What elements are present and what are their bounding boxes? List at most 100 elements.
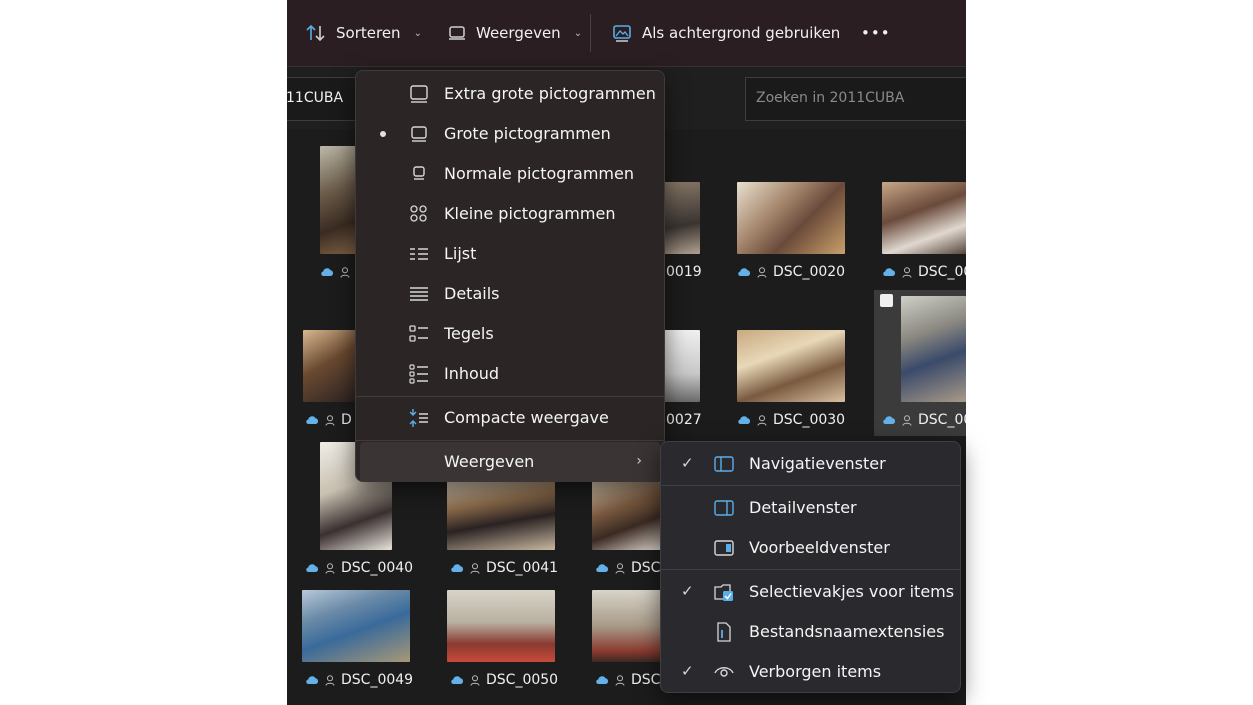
address-path: 11CUBA bbox=[287, 90, 344, 106]
file-label: 0027 bbox=[666, 412, 702, 428]
list-icon bbox=[410, 248, 428, 260]
view-menu: Extra grote pictogrammen Grote pictogram… bbox=[355, 70, 665, 482]
cloud-icon bbox=[451, 676, 464, 684]
cloud-icon bbox=[321, 268, 334, 276]
check-icon: ✓ bbox=[681, 454, 694, 472]
view-button[interactable]: Weergeven ⌄ bbox=[447, 18, 582, 48]
menu-item-label: Navigatievenster bbox=[749, 454, 886, 473]
person-icon bbox=[325, 674, 335, 686]
menu-item-item-checkboxes[interactable]: ✓ Selectievakjes voor items bbox=[665, 572, 956, 612]
photo-thumbnail bbox=[447, 478, 555, 550]
menu-item-hidden-items[interactable]: ✓ Verborgen items bbox=[665, 652, 956, 692]
chevron-down-icon: ⌄ bbox=[573, 27, 583, 39]
large-icons-icon bbox=[411, 126, 427, 142]
photo-thumbnail bbox=[592, 478, 662, 550]
menu-item-label: Kleine pictogrammen bbox=[444, 204, 616, 223]
file-label: DSC_0020 bbox=[737, 264, 845, 280]
person-icon bbox=[340, 266, 350, 278]
selection-checkbox[interactable] bbox=[880, 294, 893, 307]
menu-item-label: Detailvenster bbox=[749, 498, 857, 517]
check-icon: ✓ bbox=[681, 582, 694, 600]
search-input[interactable]: Zoeken in 2011CUBA bbox=[745, 77, 966, 121]
menu-item-label: Selectievakjes voor items bbox=[749, 582, 955, 601]
file-label: 0019 bbox=[666, 264, 702, 280]
file-tile[interactable]: DSC_0050 bbox=[432, 554, 570, 694]
show-submenu: ✓ Navigatievenster Detailvenster Voorbee… bbox=[660, 441, 961, 693]
menu-item-label: Lijst bbox=[444, 244, 477, 263]
person-icon bbox=[325, 414, 335, 426]
sort-label: Sorteren bbox=[336, 24, 401, 42]
more-options-button[interactable]: ••• bbox=[861, 18, 891, 48]
toolbar-divider bbox=[590, 14, 591, 52]
file-tile[interactable]: DSC_00 bbox=[864, 146, 966, 286]
file-tile[interactable]: DSC_0020 bbox=[719, 146, 857, 286]
menu-item-details[interactable]: Details bbox=[360, 274, 660, 314]
file-name: DSC_00 bbox=[918, 412, 966, 428]
preview-pane-icon bbox=[714, 540, 734, 556]
menu-item-label: Voorbeeldvenster bbox=[749, 538, 890, 557]
photo-thumbnail bbox=[737, 182, 845, 254]
menu-divider bbox=[661, 569, 960, 570]
command-bar: Sorteren ⌄ Weergeven ⌄ Als achtergrond g… bbox=[287, 0, 966, 67]
file-extension-icon bbox=[717, 622, 731, 642]
menu-item-file-extensions[interactable]: Bestandsnaamextensies bbox=[665, 612, 956, 652]
file-label: DSC_0049 bbox=[305, 672, 413, 688]
menu-item-compact-view[interactable]: Compacte weergave bbox=[360, 398, 660, 438]
photo-thumbnail bbox=[882, 182, 966, 254]
more-icon: ••• bbox=[861, 24, 891, 42]
details-icon bbox=[410, 287, 428, 301]
view-icon bbox=[449, 26, 465, 40]
menu-item-large-icons[interactable]: Grote pictogrammen bbox=[360, 114, 660, 154]
photo-thumbnail bbox=[592, 590, 662, 662]
content-icon bbox=[409, 364, 428, 384]
menu-item-label: Inhoud bbox=[444, 364, 500, 383]
file-label: D bbox=[305, 412, 352, 428]
details-pane-icon bbox=[714, 500, 734, 516]
menu-item-show[interactable]: Weergeven › bbox=[360, 442, 660, 482]
checkboxes-icon bbox=[714, 584, 733, 601]
menu-item-label: Tegels bbox=[444, 324, 494, 343]
menu-item-content[interactable]: Inhoud bbox=[360, 354, 660, 394]
file-label: DSC_00 bbox=[882, 264, 966, 280]
file-name: DSC_00 bbox=[918, 264, 966, 280]
menu-item-tiles[interactable]: Tegels bbox=[360, 314, 660, 354]
cloud-icon bbox=[306, 416, 319, 424]
cloud-icon bbox=[596, 676, 609, 684]
set-as-wallpaper-button[interactable]: Als achtergrond gebruiken bbox=[611, 18, 840, 48]
photo-thumbnail bbox=[737, 330, 845, 402]
menu-item-small-icons[interactable]: Kleine pictogrammen bbox=[360, 194, 660, 234]
menu-item-list[interactable]: Lijst bbox=[360, 234, 660, 274]
wallpaper-icon bbox=[613, 25, 631, 42]
photo-thumbnail bbox=[901, 296, 966, 402]
file-tile[interactable]: DSC_0049 bbox=[287, 554, 425, 694]
menu-item-preview-pane[interactable]: Voorbeeldvenster bbox=[665, 528, 956, 568]
file-label: DSC_0050 bbox=[450, 672, 558, 688]
file-name: DSC bbox=[631, 672, 661, 688]
file-name: D bbox=[341, 412, 352, 428]
person-icon bbox=[757, 414, 767, 426]
selected-dot-icon bbox=[380, 131, 386, 137]
cloud-icon bbox=[738, 416, 751, 424]
chevron-down-icon: ⌄ bbox=[413, 27, 422, 39]
small-icons-icon bbox=[410, 205, 427, 222]
menu-item-details-pane[interactable]: Detailvenster bbox=[665, 488, 956, 528]
sort-button[interactable]: Sorteren ⌄ bbox=[305, 18, 422, 48]
menu-item-navigation-pane[interactable]: ✓ Navigatievenster bbox=[665, 444, 956, 484]
person-icon bbox=[902, 266, 912, 278]
menu-item-medium-icons[interactable]: Normale pictogrammen bbox=[360, 154, 660, 194]
menu-item-extra-large-icons[interactable]: Extra grote pictogrammen bbox=[360, 74, 660, 114]
check-icon: ✓ bbox=[681, 662, 694, 680]
menu-item-label: Details bbox=[444, 284, 500, 303]
sort-icon bbox=[306, 24, 325, 42]
cloud-icon bbox=[738, 268, 751, 276]
menu-divider bbox=[356, 396, 664, 397]
file-name: DSC_0020 bbox=[773, 264, 846, 280]
chevron-right-icon: › bbox=[636, 453, 642, 469]
photo-thumbnail bbox=[664, 330, 700, 402]
tiles-icon bbox=[409, 325, 428, 342]
file-tile-selected[interactable]: DSC_00 bbox=[874, 290, 966, 436]
file-tile[interactable]: DSC_0030 bbox=[719, 294, 857, 434]
file-label: DSC_0030 bbox=[737, 412, 845, 428]
photo-thumbnail bbox=[302, 590, 410, 662]
view-label: Weergeven bbox=[476, 24, 561, 42]
